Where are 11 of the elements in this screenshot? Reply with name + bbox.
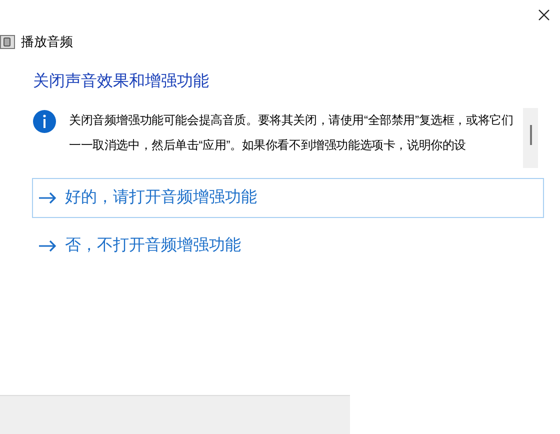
info-text: 关闭音频增强功能可能会提高音质。要将其关闭，请使用“全部禁用”复选框，或将它们一一取消选中，然后单击“应用”。如果你看不到增强功能选项卡，说明你的设 <box>69 112 514 154</box>
arrow-icon <box>39 192 57 204</box>
option-link[interactable]: 否，不打开音频增强功能 <box>32 226 544 266</box>
option-link[interactable]: 好的，请打开音频增强功能 <box>32 178 544 218</box>
scrollbar <box>523 108 538 168</box>
info-icon <box>33 110 56 133</box>
speaker-icon <box>0 35 15 49</box>
close-icon <box>538 9 550 21</box>
arrow-icon <box>39 240 57 252</box>
heading: 关闭声音效果和增强功能 <box>33 72 210 92</box>
window-title: 播放音频 <box>21 33 73 52</box>
